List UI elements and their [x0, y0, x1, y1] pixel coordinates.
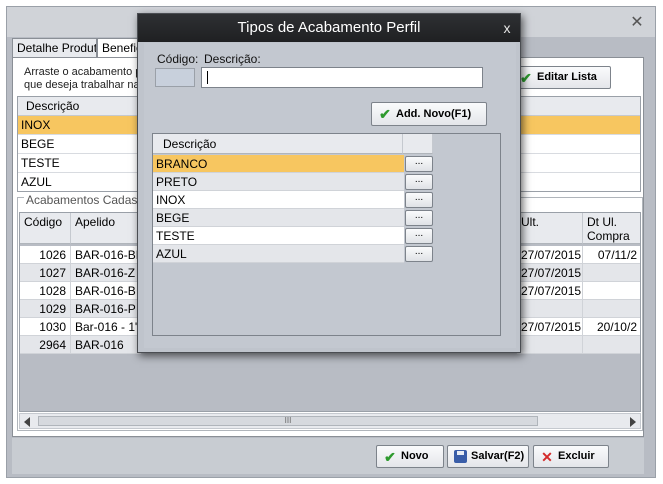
delete-button[interactable]: ✕ Excluir [533, 445, 609, 468]
main-close-icon[interactable]: ✕ [628, 14, 646, 32]
col-header-ult[interactable]: Ult. [517, 213, 583, 244]
check-icon: ✔ [379, 106, 391, 122]
cell-ult[interactable]: 27/07/2015 [517, 282, 583, 300]
cell-apelido[interactable]: BAR-016 [71, 336, 141, 354]
cell-apelido[interactable]: BAR-016-Z [71, 264, 141, 282]
floppy-disk-icon [454, 450, 467, 463]
grid-header-action [403, 134, 433, 154]
grid-header-descricao[interactable]: Descrição [153, 134, 403, 154]
col-header-dt-compra[interactable]: Dt Ul. Compra [583, 213, 640, 244]
codigo-label: Código: [157, 52, 199, 66]
row-edit-button[interactable]: ... [405, 228, 433, 244]
novo-label: Novo [401, 450, 429, 462]
cell-codigo[interactable]: 1027 [20, 264, 71, 282]
table-row[interactable]: AZUL [153, 245, 404, 263]
dialog-close-icon[interactable]: x [498, 18, 516, 38]
cell-ult[interactable]: 27/07/2015 [517, 246, 583, 264]
add-new-button[interactable]: ✔ Add. Novo(F1) [371, 102, 487, 126]
descricao-field[interactable] [201, 67, 483, 88]
col-header-codigo[interactable]: Código [20, 213, 71, 244]
tab-detalhe-produto[interactable]: Detalhe Produto [12, 38, 97, 58]
table-row[interactable]: TESTE [153, 227, 404, 245]
table-row[interactable]: PRETO [153, 173, 404, 191]
scroll-thumb[interactable]: III [38, 416, 538, 426]
novo-button[interactable]: ✔ Novo [376, 445, 444, 468]
cell-ult[interactable] [517, 300, 583, 318]
horizontal-scrollbar[interactable]: III [19, 413, 641, 429]
cell-dt-compra[interactable]: 07/11/2 [583, 246, 640, 264]
cell-codigo[interactable]: 1028 [20, 282, 71, 300]
table-row[interactable]: INOX [153, 191, 404, 209]
cell-dt-compra[interactable] [583, 282, 640, 300]
edit-list-button[interactable]: ✔ Editar Lista [512, 66, 611, 89]
cell-apelido[interactable]: Bar-016 - 1" x [71, 318, 141, 336]
add-new-label: Add. Novo(F1) [396, 107, 472, 120]
row-edit-button[interactable]: ... [405, 192, 433, 208]
cell-ult[interactable]: 27/07/2015 [517, 264, 583, 282]
cell-codigo[interactable]: 2964 [20, 336, 71, 354]
x-icon: ✕ [541, 448, 553, 465]
drag-instructions: Arraste o acabamento p que deseja trabal… [24, 66, 141, 91]
cell-dt-compra[interactable]: 20/10/2 [583, 318, 640, 336]
table-row[interactable]: BRANCO [153, 155, 404, 173]
cell-apelido[interactable]: BAR-016-B [71, 282, 141, 300]
bottom-button-bar: ✔ Novo Salvar(F2) ✕ Excluir [12, 438, 644, 474]
scroll-right-icon[interactable] [630, 417, 636, 427]
cell-ult[interactable] [517, 336, 583, 354]
delete-label: Excluir [558, 450, 595, 462]
row-edit-button[interactable]: ... [405, 174, 433, 190]
table-row[interactable]: BEGE [153, 209, 404, 227]
cell-ult[interactable]: 27/07/2015 [517, 318, 583, 336]
save-label: Salvar(F2) [471, 450, 525, 462]
descricao-label: Descrição: [204, 52, 261, 66]
save-button[interactable]: Salvar(F2) [447, 445, 529, 468]
row-edit-button[interactable]: ... [405, 210, 433, 226]
edit-list-label: Editar Lista [537, 71, 597, 83]
cell-dt-compra[interactable] [583, 300, 640, 318]
codigo-field [155, 68, 195, 87]
dialog-title: Tipos de Acabamento Perfil [138, 14, 520, 42]
cell-codigo[interactable]: 1026 [20, 246, 71, 264]
cell-dt-compra[interactable] [583, 336, 640, 354]
text-cursor [207, 71, 208, 84]
row-edit-button[interactable]: ... [405, 246, 433, 262]
col-header-apelido[interactable]: Apelido [71, 213, 141, 244]
cell-codigo[interactable]: 1030 [20, 318, 71, 336]
row-edit-button[interactable]: ... [405, 156, 433, 172]
cell-codigo[interactable]: 1029 [20, 300, 71, 318]
check-icon: ✔ [520, 69, 532, 86]
cell-dt-compra[interactable] [583, 264, 640, 282]
cell-apelido[interactable]: BAR-016-BR [71, 246, 141, 264]
cell-apelido[interactable]: BAR-016-P [71, 300, 141, 318]
scroll-left-icon[interactable] [24, 417, 30, 427]
check-icon: ✔ [384, 448, 396, 465]
